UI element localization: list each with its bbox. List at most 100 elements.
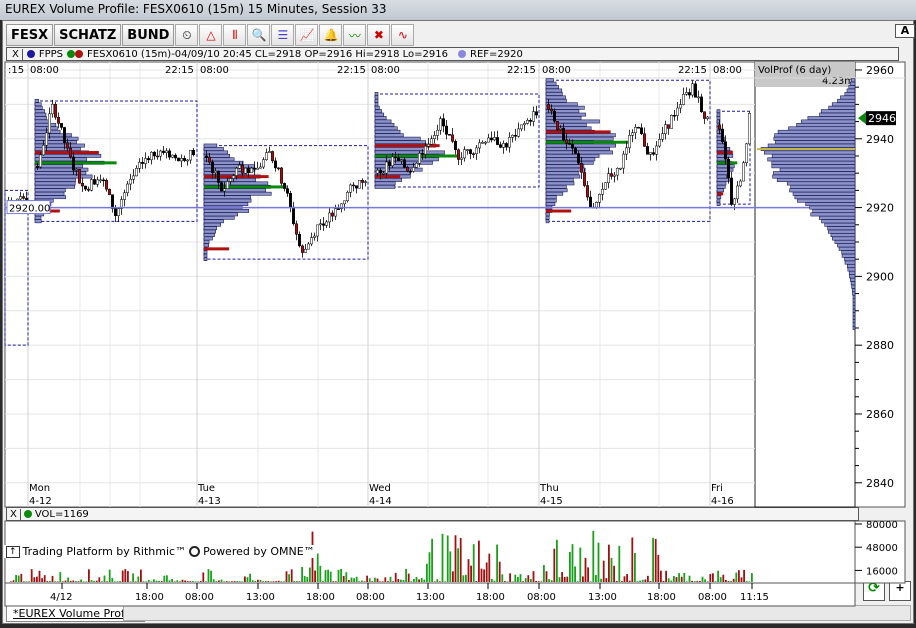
candle-body bbox=[328, 212, 331, 223]
volume-bar bbox=[415, 576, 418, 582]
volume-bar bbox=[574, 566, 576, 582]
volume-bar bbox=[95, 580, 98, 582]
day-label: Wed bbox=[369, 483, 391, 494]
profile-bar bbox=[34, 178, 76, 182]
volume-bar bbox=[277, 580, 280, 582]
volume-bar bbox=[223, 581, 225, 582]
volume-bar bbox=[10, 581, 12, 582]
candle-body bbox=[415, 163, 418, 168]
profile-bar bbox=[34, 184, 75, 189]
candle-body bbox=[409, 170, 412, 173]
candle-body bbox=[661, 133, 664, 140]
volprofile-bar bbox=[794, 195, 856, 200]
candle-body bbox=[117, 208, 120, 216]
candle-body bbox=[90, 179, 93, 191]
profile-bar bbox=[545, 98, 567, 103]
volume-bar bbox=[496, 544, 498, 582]
volume-bar bbox=[267, 581, 270, 582]
candle-body bbox=[556, 121, 559, 130]
volume-bar bbox=[142, 581, 145, 582]
time-label: 18:00 bbox=[647, 592, 676, 603]
volume-bar bbox=[150, 581, 153, 582]
volprofile-bar bbox=[777, 129, 856, 134]
profile-bar bbox=[374, 136, 421, 141]
candle-body bbox=[619, 167, 622, 170]
volume-bar bbox=[28, 581, 30, 582]
volume-axis-label: 80000 bbox=[866, 520, 898, 531]
profile-bar bbox=[545, 171, 579, 175]
candle-body bbox=[150, 151, 153, 161]
time-label: 18:00 bbox=[476, 592, 505, 603]
volprofile-bar bbox=[764, 150, 856, 155]
candle-body bbox=[568, 142, 571, 145]
candle-body bbox=[129, 179, 132, 185]
volume-bar bbox=[548, 579, 550, 582]
day-label: Tue bbox=[197, 483, 215, 494]
candle-body bbox=[147, 158, 150, 161]
volume-bar bbox=[85, 581, 88, 582]
candle-body bbox=[192, 149, 195, 156]
volume-bar bbox=[621, 581, 623, 582]
volume-bar bbox=[738, 570, 740, 582]
volume-bar bbox=[530, 579, 532, 582]
volprofile-bar bbox=[796, 123, 856, 127]
volume-bar bbox=[335, 581, 337, 582]
date-label: 4-13 bbox=[198, 496, 221, 507]
volume-bar bbox=[168, 580, 171, 582]
price-chart[interactable]: VolProf (6 day)4.23m:15 08:00 22:15 08:00 22… bbox=[0, 0, 916, 628]
volprofile-bar bbox=[797, 198, 856, 203]
candle-body bbox=[75, 169, 78, 171]
volprofile-bar bbox=[830, 233, 856, 237]
profile-bar bbox=[34, 181, 76, 186]
candle-body bbox=[628, 135, 631, 149]
volume-bar bbox=[576, 581, 579, 582]
omne-logo-icon bbox=[189, 546, 201, 557]
volprofile-bar bbox=[773, 171, 856, 176]
volume-bar bbox=[192, 581, 194, 582]
volume-bar bbox=[12, 580, 15, 582]
time-label: 11:15 bbox=[740, 592, 769, 603]
volprofile-bar bbox=[847, 267, 856, 272]
volume-bar bbox=[93, 580, 95, 582]
volume-bar bbox=[64, 580, 67, 582]
volume-bar bbox=[665, 570, 667, 582]
volprofile-bar bbox=[771, 164, 856, 169]
candle-body bbox=[676, 107, 679, 116]
volprofile-bar bbox=[850, 81, 856, 86]
volume-bar bbox=[480, 568, 483, 582]
volume-bar bbox=[657, 554, 660, 582]
candle-body bbox=[679, 104, 682, 109]
candle-body bbox=[424, 145, 427, 155]
volume-bar bbox=[384, 577, 387, 582]
volume-bar bbox=[72, 580, 75, 582]
volume-bar bbox=[158, 580, 160, 582]
volume-bar bbox=[176, 580, 179, 582]
candle-body bbox=[601, 188, 604, 195]
volume-bar bbox=[493, 580, 496, 582]
volume-bar bbox=[233, 581, 236, 582]
candle-body bbox=[265, 152, 268, 161]
candle-body bbox=[478, 142, 481, 149]
volprofile-bar bbox=[852, 319, 856, 323]
volume-bar bbox=[345, 572, 348, 582]
profile-bar bbox=[203, 171, 248, 175]
profile-bar bbox=[203, 150, 228, 155]
candle-body bbox=[87, 188, 90, 191]
profile-bar bbox=[545, 147, 610, 151]
volume-bar bbox=[514, 574, 517, 582]
top-time-label: 22:15 bbox=[165, 65, 194, 76]
volume-bar bbox=[319, 565, 322, 582]
volprofile-bar bbox=[819, 215, 856, 220]
volume-bar bbox=[155, 580, 158, 582]
volprofile-bar bbox=[846, 264, 856, 268]
volume-bar bbox=[605, 578, 608, 582]
profile-bar bbox=[545, 215, 550, 220]
candle-body bbox=[208, 156, 211, 163]
volprofile-bar bbox=[834, 239, 856, 244]
pin-icon[interactable]: ↑ bbox=[6, 545, 20, 558]
candle-body bbox=[640, 127, 643, 134]
volume-bar bbox=[374, 577, 376, 582]
date-label: 4-12 bbox=[29, 496, 52, 507]
candle-body bbox=[748, 113, 751, 145]
candle-body bbox=[316, 224, 319, 237]
